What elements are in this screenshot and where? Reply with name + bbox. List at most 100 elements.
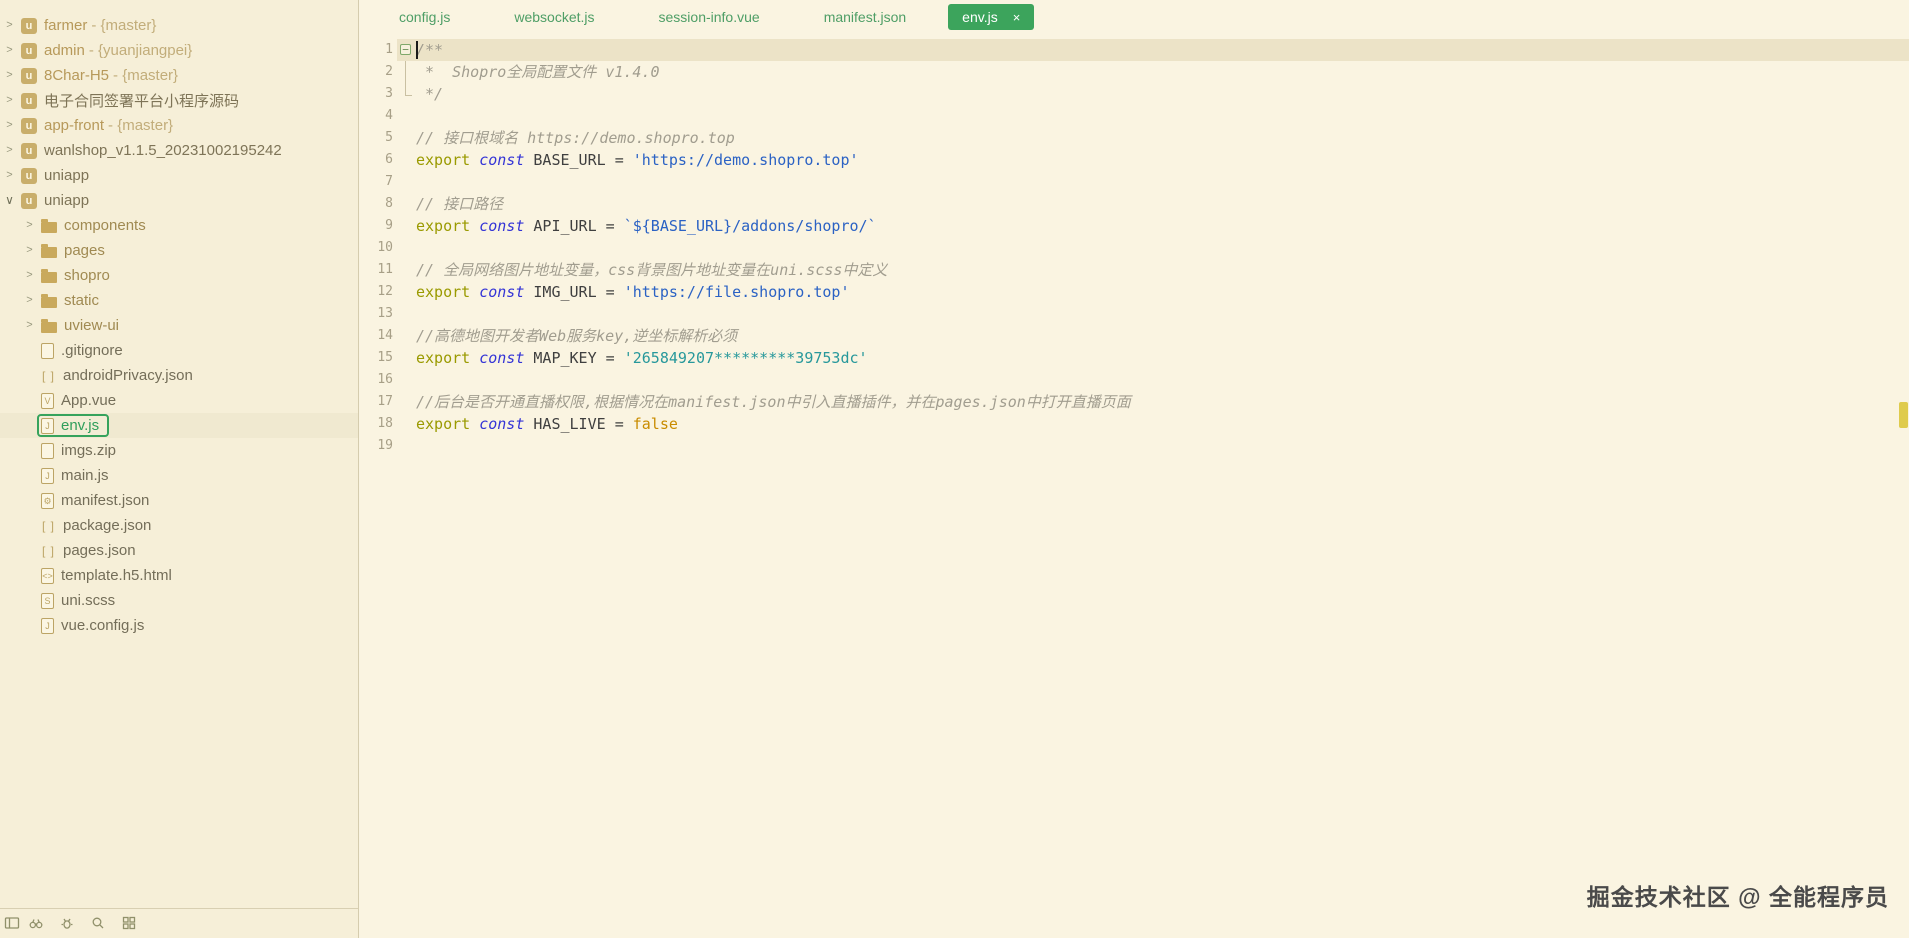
- chevron-right-icon[interactable]: >: [2, 163, 17, 188]
- code-line[interactable]: 3 */: [359, 83, 1909, 105]
- fold-gutter: [397, 325, 416, 347]
- tab-label: session-info.vue: [658, 9, 760, 25]
- binoculars-icon[interactable]: [28, 915, 44, 931]
- tree-item-uniapp[interactable]: ∨ u uniapp: [0, 188, 358, 213]
- uniapp-project-icon: u: [21, 17, 37, 34]
- code-line[interactable]: 18 export const HAS_LIVE = false: [359, 413, 1909, 435]
- file-vue-icon: V: [41, 392, 54, 409]
- code-line[interactable]: 19: [359, 435, 1909, 457]
- panel-toggle-icon[interactable]: [4, 915, 20, 931]
- tree-item-label: pages: [64, 242, 105, 259]
- tree-item-app-vue[interactable]: V App.vue: [0, 388, 358, 413]
- tree-item-uni-scss[interactable]: Suni.scss: [0, 588, 358, 613]
- bug-icon[interactable]: [59, 915, 75, 931]
- fold-gutter[interactable]: [397, 83, 416, 105]
- tab-config-js[interactable]: config.js: [367, 0, 482, 34]
- code-line[interactable]: 15 export const MAP_KEY = '265849207*****…: [359, 347, 1909, 369]
- tab-websocket-js[interactable]: websocket.js: [482, 0, 626, 34]
- line-number: 17: [377, 394, 393, 409]
- tree-item-[interactable]: > u 电子合同签署平台小程序源码: [0, 88, 358, 113]
- chevron-right-icon[interactable]: >: [2, 88, 17, 113]
- chevron-right-icon[interactable]: >: [2, 38, 17, 63]
- code-line[interactable]: 9 export const API_URL = `${BASE_URL}/add…: [359, 215, 1909, 237]
- code-line[interactable]: 16: [359, 369, 1909, 391]
- chevron-right-icon[interactable]: >: [22, 213, 37, 238]
- scrollbar-marker[interactable]: [1899, 402, 1908, 428]
- file-json-icon: [ ]: [41, 368, 55, 383]
- chevron-down-icon[interactable]: ∨: [2, 188, 17, 213]
- tree-item-gitignore[interactable]: .gitignore: [0, 338, 358, 363]
- code-line[interactable]: 4: [359, 105, 1909, 127]
- tree-item-shopro[interactable]: > shopro: [0, 263, 358, 288]
- tree-item-manifest-json[interactable]: ⚙ manifest.json: [0, 488, 358, 513]
- tree-item-admin[interactable]: > u admin - {yuanjiangpei}: [0, 38, 358, 63]
- code-line[interactable]: 14 //高德地图开发者Web服务key,逆坐标解析必须: [359, 325, 1909, 347]
- tab-manifest-json[interactable]: manifest.json: [792, 0, 938, 34]
- token-str2: '265849207*********39753dc': [623, 349, 868, 367]
- tree-item-static[interactable]: > static: [0, 288, 358, 313]
- line-number: 6: [385, 152, 393, 167]
- code-line[interactable]: 8 // 接口路径: [359, 193, 1909, 215]
- tree-item-components[interactable]: > components: [0, 213, 358, 238]
- tree-item-main-js[interactable]: Jmain.js: [0, 463, 358, 488]
- chevron-right-icon[interactable]: >: [2, 113, 17, 138]
- chevron-right-icon[interactable]: >: [22, 263, 37, 288]
- tree-item-pages-json[interactable]: [ ] pages.json: [0, 538, 358, 563]
- tree-item-app-front[interactable]: > u app-front - {master}: [0, 113, 358, 138]
- grid-icon[interactable]: [121, 915, 137, 931]
- folder-icon: [41, 318, 57, 333]
- tree-item-farmer[interactable]: > u farmer - {master}: [0, 13, 358, 38]
- tree-item-package-json[interactable]: [ ] package.json: [0, 513, 358, 538]
- chevron-right-icon[interactable]: >: [22, 313, 37, 338]
- tree-item-label: shopro: [64, 267, 110, 284]
- code-line[interactable]: 13: [359, 303, 1909, 325]
- search-refresh-icon[interactable]: [90, 915, 106, 931]
- tree-item-uview-ui[interactable]: > uview-ui: [0, 313, 358, 338]
- code-line[interactable]: 5 // 接口根域名 https://demo.shopro.top: [359, 127, 1909, 149]
- tree-item-8char-h5[interactable]: > u 8Char-H5- {master}: [0, 63, 358, 88]
- uniapp-project-icon: u: [21, 167, 37, 184]
- tree-item-pages[interactable]: > pages: [0, 238, 358, 263]
- token-kw: export: [416, 151, 480, 169]
- fold-gutter: [397, 149, 416, 171]
- close-icon[interactable]: ×: [1013, 11, 1021, 24]
- tree-item-env-js[interactable]: Jenv.js: [0, 413, 358, 438]
- token-kw2: const: [479, 415, 534, 433]
- chevron-right-icon[interactable]: >: [22, 288, 37, 313]
- fold-gutter[interactable]: −: [397, 39, 416, 61]
- code-editor[interactable]: 1−/** 2 * Shopro全局配置文件 v1.4.0 3 */4 5// 接口根…: [359, 34, 1909, 938]
- tree-item-wanlshop-v1-1-5-20231002195242[interactable]: > u wanlshop_v1.1.5_20231002195242: [0, 138, 358, 163]
- file-html-icon: <>: [41, 567, 54, 584]
- code-line[interactable]: 7: [359, 171, 1909, 193]
- code-line[interactable]: 10: [359, 237, 1909, 259]
- tab-label: websocket.js: [514, 9, 595, 25]
- code-line[interactable]: 2 * Shopro全局配置文件 v1.4.0: [359, 61, 1909, 83]
- tree-item-vue-config-js[interactable]: Jvue.config.js: [0, 613, 358, 638]
- fold-collapse-icon[interactable]: −: [400, 44, 411, 55]
- tab-env-js[interactable]: env.js ×: [948, 4, 1035, 30]
- tree-item-androidprivacy-json[interactable]: [ ] androidPrivacy.json: [0, 363, 358, 388]
- code-line[interactable]: 17 //后台是否开通直播权限,根据情况在manifest.json中引入直播插件…: [359, 391, 1909, 413]
- tab-session-info-vue[interactable]: session-info.vue: [627, 0, 792, 34]
- fold-gutter[interactable]: [397, 61, 416, 83]
- tree-item-uniapp[interactable]: > u uniapp: [0, 163, 358, 188]
- fold-guide-line: [405, 61, 406, 83]
- tree-item-inner: u 电子合同签署平台小程序源码: [17, 87, 249, 114]
- code-line[interactable]: 11 // 全局网络图片地址变量，css背景图片地址变量在uni.scss中定义: [359, 259, 1909, 281]
- tree-item-label: farmer: [44, 17, 88, 34]
- tree-item-template-h5-html[interactable]: <> template.h5.html: [0, 563, 358, 588]
- tree-item-label: package.json: [63, 517, 152, 534]
- token-op: =: [605, 349, 624, 367]
- code-line[interactable]: 6 export const BASE_URL = 'https://demo.s…: [359, 149, 1909, 171]
- chevron-right-icon[interactable]: >: [2, 138, 17, 163]
- tree-item-inner: shopro: [37, 264, 120, 287]
- chevron-right-icon[interactable]: >: [2, 13, 17, 38]
- file-json-icon: [ ]: [41, 518, 55, 533]
- chevron-right-icon[interactable]: >: [22, 238, 37, 263]
- tree-item-inner: .gitignore: [37, 339, 133, 362]
- code-line[interactable]: 1−/**: [359, 39, 1909, 61]
- tree-item-imgs-zip[interactable]: imgs.zip: [0, 438, 358, 463]
- code-line[interactable]: 12 export const IMG_URL = 'https://file.s…: [359, 281, 1909, 303]
- token-id: HAS_LIVE: [533, 415, 615, 433]
- chevron-right-icon[interactable]: >: [2, 63, 17, 88]
